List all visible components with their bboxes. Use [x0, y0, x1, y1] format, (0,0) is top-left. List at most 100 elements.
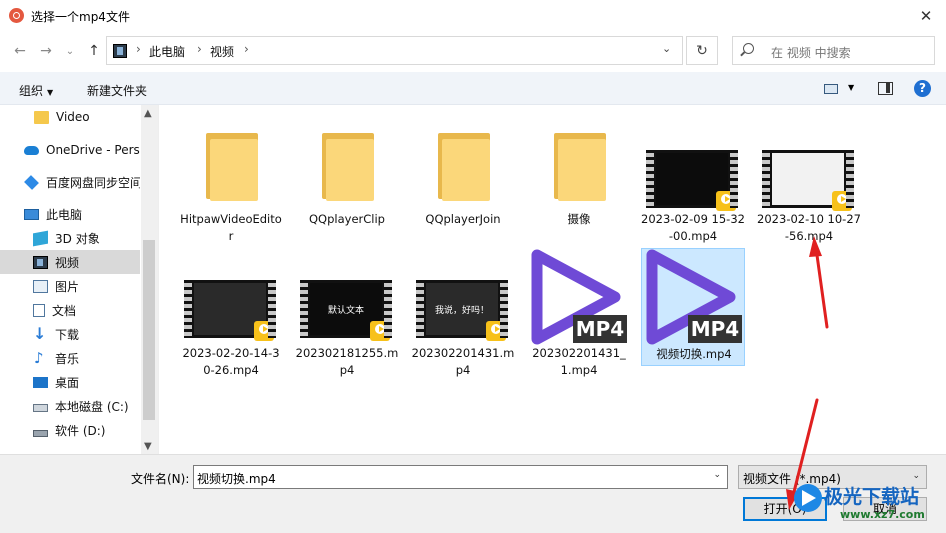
- sidebar-item-label: 音乐: [55, 351, 80, 366]
- sidebar-item-videos[interactable]: 视频: [0, 250, 140, 274]
- player-badge-icon: [486, 321, 506, 341]
- file-item-folder[interactable]: HitpawVideoEditor: [179, 115, 283, 243]
- file-item-folder[interactable]: QQplayerClip: [295, 115, 399, 233]
- file-name: 2023-02-20-14-30-26.mp4: [182, 346, 280, 377]
- scroll-thumb[interactable]: [143, 240, 155, 420]
- command-toolbar: 组织 ▼ 新建文件夹 ▼ ?: [0, 72, 946, 105]
- sidebar-item-label: 图片: [55, 279, 80, 294]
- search-input[interactable]: 在 视频 中搜索: [771, 44, 851, 61]
- sidebar-item-downloads[interactable]: 下载: [0, 322, 140, 346]
- recent-locations-button[interactable]: ⌄: [60, 41, 80, 61]
- file-item-mp4-selected[interactable]: MP4 视频切换.mp4: [641, 248, 745, 366]
- sidebar-item-label: Video: [56, 110, 90, 124]
- view-mode-icon[interactable]: [824, 84, 838, 94]
- video-thumbnail: [762, 150, 854, 211]
- sidebar-item-onedrive[interactable]: OneDrive - Personal: [0, 138, 140, 162]
- window-title: 选择一个mp4文件: [31, 10, 130, 24]
- file-name: 202302201431_1.mp4: [532, 346, 626, 377]
- organize-caret-icon: ▼: [47, 88, 54, 97]
- sidebar-scrollbar[interactable]: ▲ ▼: [141, 105, 158, 454]
- file-item-video[interactable]: 我说，好吗！ 202302201431.mp4: [411, 255, 515, 377]
- file-item-folder[interactable]: QQplayerJoin: [411, 115, 515, 233]
- player-badge-icon: [254, 321, 274, 341]
- navigation-pane: Video OneDrive - Personal 百度网盘同步空间 此电脑 3…: [0, 105, 158, 454]
- sidebar-item-desktop[interactable]: 桌面: [0, 370, 140, 394]
- breadcrumb-separator[interactable]: ›: [244, 42, 249, 56]
- refresh-button[interactable]: ↻: [686, 36, 718, 65]
- filename-dropdown-icon[interactable]: ⌄: [713, 470, 721, 480]
- sidebar-item-music[interactable]: 音乐: [0, 346, 140, 370]
- file-name: HitpawVideoEditor: [180, 212, 282, 243]
- folder-icon: [34, 110, 49, 124]
- file-item-video[interactable]: 2023-02-09 15-32-00.mp4: [641, 115, 745, 243]
- sidebar-item-label: 软件 (D:): [55, 423, 106, 438]
- back-button[interactable]: ←: [10, 41, 30, 61]
- video-thumbnail: [184, 280, 276, 341]
- sidebar-item-label: 百度网盘同步空间: [46, 175, 140, 190]
- sidebar-item-this-pc[interactable]: 此电脑: [0, 202, 140, 226]
- file-item-mp4[interactable]: MP4 202302201431_1.mp4: [527, 249, 631, 377]
- video-thumbnail: 默认文本: [300, 280, 392, 341]
- 3d-icon: [33, 230, 48, 246]
- sidebar-item-documents[interactable]: 文档: [0, 298, 140, 322]
- sidebar-item-label: 下载: [55, 327, 80, 342]
- cloud-icon: [24, 145, 39, 155]
- sidebar-item-label: 此电脑: [46, 207, 83, 222]
- sidebar-item-3d[interactable]: 3D 对象: [0, 226, 140, 250]
- filename-label: 文件名(N):: [131, 472, 190, 486]
- search-box[interactable]: 在 视频 中搜索: [732, 36, 935, 65]
- folder-icon: [322, 133, 374, 201]
- pictures-icon: [33, 279, 48, 293]
- sidebar-item-drive-d[interactable]: 软件 (D:): [0, 418, 140, 442]
- search-icon: [743, 43, 754, 54]
- download-icon: [33, 324, 48, 343]
- title-bar: 选择一个mp4文件 ✕: [0, 0, 946, 32]
- sidebar-item-drive-c[interactable]: 本地磁盘 (C:): [0, 394, 140, 418]
- scroll-down-icon[interactable]: ▼: [144, 441, 152, 452]
- drive-icon: [33, 404, 48, 412]
- music-icon: [33, 349, 48, 367]
- new-folder-button[interactable]: 新建文件夹: [87, 82, 147, 99]
- sidebar-item-label: 视频: [55, 255, 80, 270]
- navigation-bar: ← → ⌄ ↑ › 此电脑 › 视频 › ⌄ ↻ 在 视频 中搜索: [0, 32, 946, 70]
- player-badge-icon: [832, 191, 852, 211]
- view-caret-icon[interactable]: ▼: [848, 83, 854, 92]
- up-button[interactable]: ↑: [84, 41, 104, 61]
- file-name: 视频切换.mp4: [656, 347, 732, 361]
- file-item-video[interactable]: 2023-02-20-14-30-26.mp4: [179, 255, 283, 377]
- address-dropdown-icon[interactable]: ⌄: [662, 42, 671, 55]
- file-item-video[interactable]: 默认文本 202302181255.mp4: [295, 255, 399, 377]
- thumbnail-text: 我说，好吗！: [434, 306, 489, 316]
- breadcrumb-videos[interactable]: 视频: [210, 43, 234, 60]
- filename-value: 视频切换.mp4: [197, 472, 276, 486]
- file-name: 2023-02-10 10-27-56.mp4: [757, 212, 861, 243]
- file-name: QQplayerJoin: [425, 212, 501, 226]
- mp4-label: MP4: [688, 315, 742, 343]
- file-name: QQplayerClip: [309, 212, 385, 226]
- organize-label: 组织: [19, 84, 44, 98]
- sidebar-item-video-folder[interactable]: Video: [0, 105, 140, 129]
- help-icon[interactable]: ?: [914, 80, 931, 97]
- file-item-folder[interactable]: 摄像: [527, 115, 631, 233]
- sidebar-item-label: OneDrive - Personal: [46, 143, 140, 157]
- file-open-dialog: 选择一个mp4文件 ✕ ← → ⌄ ↑ › 此电脑 › 视频 › ⌄ ↻ 在 视…: [0, 0, 946, 533]
- sidebar-item-baidu[interactable]: 百度网盘同步空间: [0, 170, 140, 194]
- desktop-icon: [33, 376, 48, 388]
- breadcrumb-separator[interactable]: ›: [197, 42, 202, 56]
- address-bar[interactable]: › 此电脑 › 视频 › ⌄: [106, 36, 683, 65]
- scroll-up-icon[interactable]: ▲: [144, 108, 152, 119]
- organize-button[interactable]: 组织 ▼: [19, 82, 53, 99]
- mp4-label: MP4: [573, 315, 627, 343]
- sidebar-item-label: 文档: [52, 303, 77, 318]
- filename-input[interactable]: 视频切换.mp4 ⌄: [193, 465, 728, 489]
- forward-button[interactable]: →: [36, 41, 56, 61]
- breadcrumb-this-pc[interactable]: 此电脑: [149, 43, 185, 60]
- watermark-logo-icon: [794, 484, 822, 512]
- close-button[interactable]: ✕: [906, 0, 946, 32]
- file-name: 摄像: [567, 212, 591, 226]
- file-item-video[interactable]: 2023-02-10 10-27-56.mp4: [757, 115, 861, 243]
- watermark-url: www.xz7.com: [840, 508, 925, 521]
- sidebar-item-pictures[interactable]: 图片: [0, 274, 140, 298]
- preview-pane-icon[interactable]: [878, 82, 893, 95]
- folder-icon: [438, 133, 490, 201]
